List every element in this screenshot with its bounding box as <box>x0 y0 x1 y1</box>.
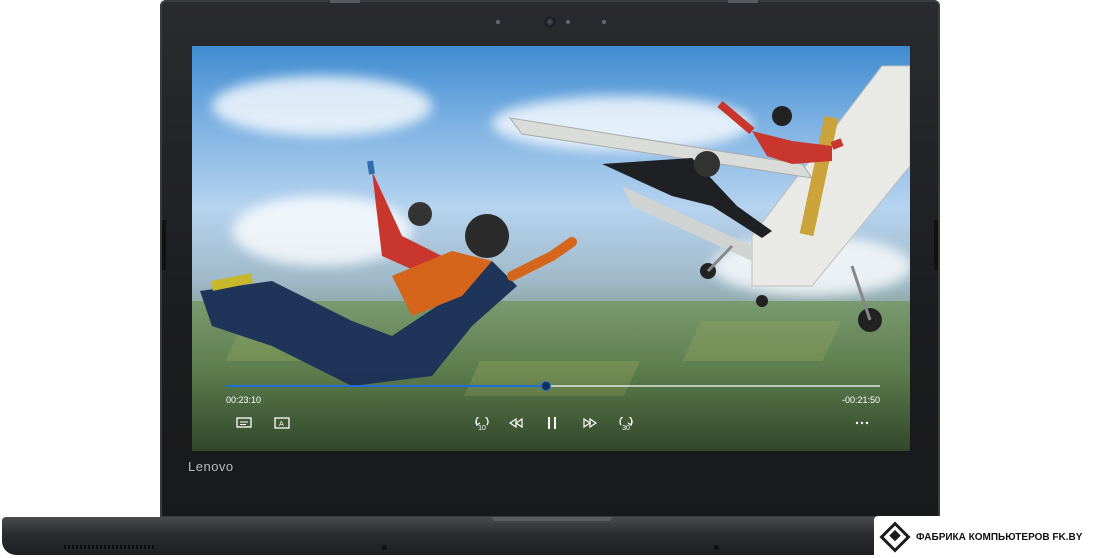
skydiver-small <box>367 160 442 276</box>
base-foot <box>714 545 719 550</box>
seek-bar[interactable] <box>226 381 880 391</box>
rewind-10-button[interactable]: 10 <box>472 413 492 433</box>
speaker-grille <box>64 545 154 549</box>
lid-side-bump-left <box>162 220 166 270</box>
skip-forward-icon[interactable] <box>580 413 600 433</box>
store-watermark: ФАБРИКА КОМПЬЮТЕРОВ FK.BY <box>874 516 1100 558</box>
svg-text:A: A <box>279 421 284 428</box>
captions-icon[interactable] <box>234 413 254 433</box>
seek-bar-progress <box>226 385 547 387</box>
base-foot <box>382 545 387 550</box>
laptop-screen: 00:23:10 -00:21:50 A 10 30 <box>192 46 910 451</box>
webcam <box>544 16 556 28</box>
seek-bar-thumb[interactable] <box>541 381 552 391</box>
sensor-dot <box>566 20 570 24</box>
pause-icon[interactable] <box>542 413 562 433</box>
lid-tab-right <box>728 0 758 3</box>
forward-30-button[interactable]: 30 <box>616 413 636 433</box>
remaining-time: -00:21:50 <box>841 395 880 405</box>
forward-30-label: 30 <box>622 425 630 432</box>
lenovo-logo: Lenovo <box>188 459 234 474</box>
sensor-dot <box>602 20 606 24</box>
store-name: ФАБРИКА КОМПЬЮТЕРОВ FK.BY <box>916 531 1083 543</box>
elapsed-time: 00:23:10 <box>226 395 262 405</box>
cast-icon[interactable]: A <box>272 413 292 433</box>
lid-side-bump-right <box>934 220 938 270</box>
skip-back-icon[interactable] <box>506 413 526 433</box>
more-icon[interactable] <box>852 413 872 433</box>
video-controls: 00:23:10 -00:21:50 A 10 30 <box>192 371 910 451</box>
rewind-10-label: 10 <box>478 425 486 432</box>
store-logo-icon <box>879 521 911 553</box>
lid-open-notch <box>492 517 612 521</box>
sensor-dot <box>496 20 500 24</box>
lid-tab-left <box>330 0 360 3</box>
